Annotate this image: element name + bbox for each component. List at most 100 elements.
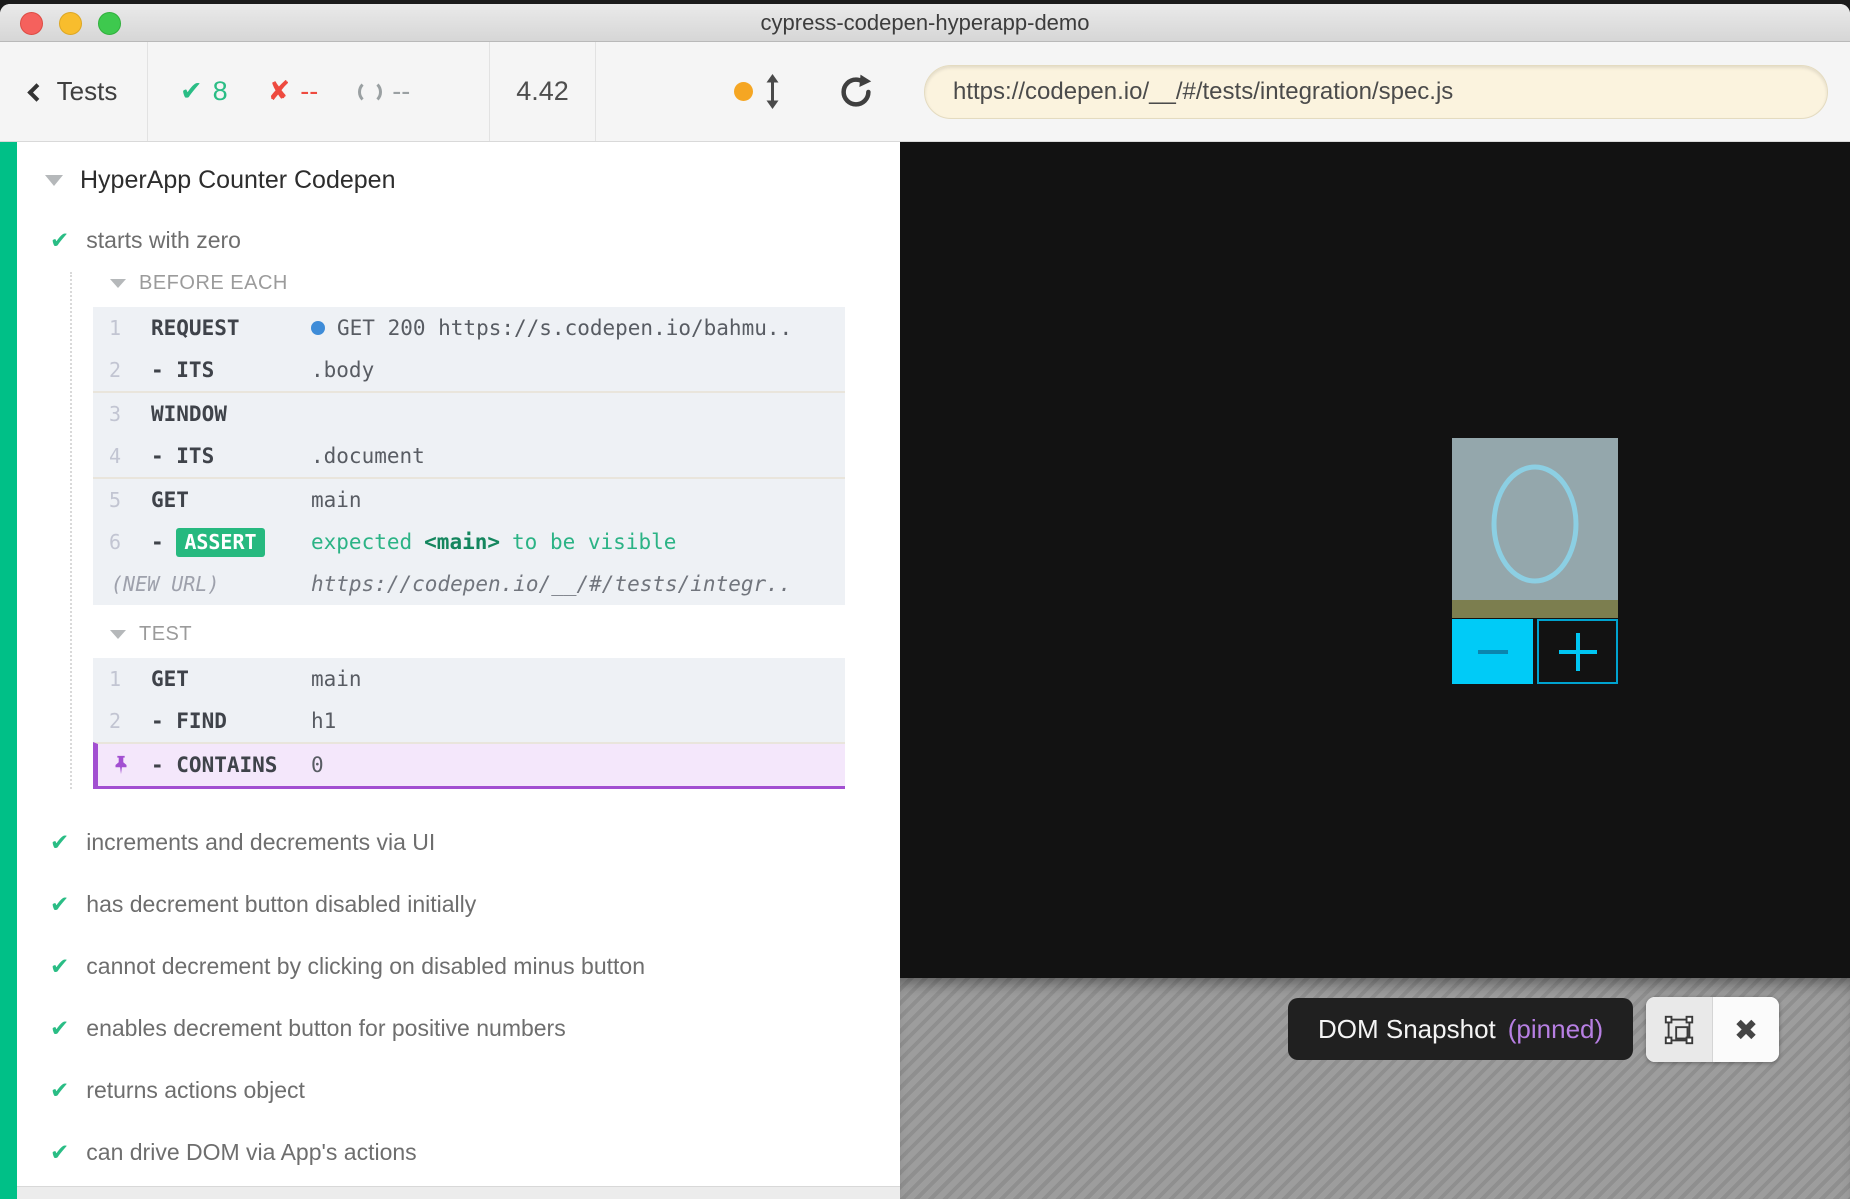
before-each-header[interactable]: BEFORE EACH bbox=[110, 272, 900, 295]
resize-vertical-icon bbox=[766, 74, 779, 109]
run-duration: 4.42 bbox=[516, 76, 569, 106]
command-message: main bbox=[311, 667, 362, 691]
test-detail-body: BEFORE EACH 1 REQUEST GET 200 https://s.… bbox=[70, 272, 900, 789]
check-icon: ✔ bbox=[50, 953, 70, 980]
toolbar-separator bbox=[595, 42, 596, 141]
command-message-text: GET 200 https://s.codepen.io/bahmu.. bbox=[337, 316, 793, 340]
command-row-window[interactable]: 3 WINDOW bbox=[93, 393, 845, 435]
viewport-scale-indicator[interactable] bbox=[734, 73, 780, 110]
command-number: 2 bbox=[109, 709, 122, 733]
command-row-contains-pinned[interactable]: - CONTAINS 0 bbox=[98, 744, 845, 786]
command-message: .document bbox=[311, 444, 425, 468]
new-url-label: (NEW URL) bbox=[111, 572, 220, 596]
check-icon: ✔ bbox=[180, 76, 203, 107]
command-row-get-main[interactable]: 1 GET main bbox=[93, 658, 845, 700]
test-item[interactable]: ✔ has decrement button disabled initiall… bbox=[17, 891, 900, 918]
aut-panel: DOM Snapshot (pinned) ✖ bbox=[900, 142, 1850, 1199]
passed-count: 8 bbox=[212, 76, 228, 106]
check-icon: ✔ bbox=[50, 1139, 70, 1166]
command-message: .body bbox=[311, 358, 375, 382]
back-to-tests-label: Tests bbox=[56, 76, 118, 106]
counter-divider-strip bbox=[1452, 600, 1618, 618]
suite-title: HyperApp Counter Codepen bbox=[80, 166, 396, 194]
suite-header[interactable]: HyperApp Counter Codepen bbox=[17, 142, 900, 195]
counter-app bbox=[1452, 438, 1618, 684]
pin-cell[interactable] bbox=[98, 754, 151, 776]
command-message: h1 bbox=[311, 709, 337, 733]
test-title-label: starts with zero bbox=[86, 227, 241, 253]
test-stats: ✔ 8 ✘ -- -- bbox=[148, 76, 489, 107]
element-region-icon bbox=[1664, 1015, 1694, 1044]
check-icon: ✔ bbox=[50, 829, 70, 856]
test-item[interactable]: ✔ increments and decrements via UI bbox=[17, 829, 900, 856]
increment-button[interactable] bbox=[1537, 619, 1618, 684]
test-item[interactable]: ✔ can drive DOM via App's actions bbox=[17, 1139, 900, 1166]
command-number: 5 bbox=[109, 488, 122, 512]
test-item-label: can drive DOM via App's actions bbox=[86, 1139, 417, 1165]
counter-buttons bbox=[1452, 619, 1618, 684]
check-icon: ✔ bbox=[50, 227, 70, 254]
snapshot-controls: ✖ bbox=[1646, 997, 1779, 1062]
refresh-icon bbox=[841, 74, 872, 107]
command-row-new-url[interactable]: (NEW URL) https://codepen.io/__/#/tests/… bbox=[93, 563, 845, 605]
command-message: main bbox=[311, 488, 362, 512]
x-icon: ✘ bbox=[267, 76, 291, 107]
test-item-label: increments and decrements via UI bbox=[86, 829, 436, 855]
command-name: - ITS bbox=[151, 358, 215, 382]
plus-icon bbox=[1558, 649, 1597, 654]
snapshot-backdrop: DOM Snapshot (pinned) ✖ bbox=[900, 978, 1850, 1199]
command-group: 5 GET main 6 - ASSERT expected <main> to… bbox=[93, 477, 845, 605]
command-name: GET bbox=[151, 667, 189, 691]
command-number: 4 bbox=[109, 444, 122, 468]
command-number: 3 bbox=[109, 402, 122, 426]
assert-prefix: expected bbox=[311, 530, 413, 554]
test-item[interactable]: ✔ returns actions object bbox=[17, 1077, 900, 1104]
test-item[interactable]: ✔ cannot decrement by clicking on disabl… bbox=[17, 953, 900, 980]
command-name: GET bbox=[151, 488, 189, 512]
aut-viewport bbox=[900, 142, 1850, 978]
command-row-assert[interactable]: 6 - ASSERT expected <main> to be visible bbox=[93, 521, 845, 563]
url-bar[interactable]: https://codepen.io/__/#/tests/integratio… bbox=[924, 64, 1828, 119]
decrement-button[interactable] bbox=[1452, 619, 1533, 684]
command-row-request[interactable]: 1 REQUEST GET 200 https://s.codepen.io/b… bbox=[93, 307, 845, 349]
counter-display bbox=[1452, 438, 1618, 600]
command-group: 1 GET main 2 - FIND h1 bbox=[93, 658, 845, 742]
test-item-label: enables decrement button for positive nu… bbox=[86, 1015, 566, 1041]
command-name: WINDOW bbox=[151, 402, 227, 426]
test-hook-header[interactable]: TEST bbox=[110, 623, 900, 646]
reporter-panel: HyperApp Counter Codepen ✔ starts with z… bbox=[0, 142, 900, 1199]
command-name: REQUEST bbox=[151, 316, 240, 340]
highlight-elements-button[interactable] bbox=[1646, 997, 1713, 1062]
test-item-label: has decrement button disabled initially bbox=[86, 891, 477, 917]
command-row-its-document[interactable]: 4 - ITS .document bbox=[93, 435, 845, 477]
command-group: 1 REQUEST GET 200 https://s.codepen.io/b… bbox=[93, 307, 845, 391]
caret-down-icon bbox=[110, 279, 126, 288]
snapshot-tooltip: DOM Snapshot (pinned) bbox=[1288, 998, 1634, 1060]
refresh-button[interactable] bbox=[838, 74, 874, 110]
snapshot-label: DOM Snapshot bbox=[1318, 1013, 1496, 1044]
horizontal-scrollbar[interactable] bbox=[17, 1186, 900, 1199]
back-to-tests-button[interactable]: Tests bbox=[0, 42, 147, 141]
main-split: HyperApp Counter Codepen ✔ starts with z… bbox=[0, 142, 1850, 1199]
failed-count: -- bbox=[300, 76, 319, 106]
stat-passed: ✔ 8 bbox=[180, 76, 228, 107]
command-name: - ITS bbox=[151, 444, 215, 468]
new-url-value: https://codepen.io/__/#/tests/integr.. bbox=[311, 572, 792, 596]
stat-pending: -- bbox=[358, 76, 410, 107]
command-number: 1 bbox=[109, 316, 122, 340]
command-row-find-h1[interactable]: 2 - FIND h1 bbox=[93, 700, 845, 742]
command-message: 0 bbox=[311, 753, 324, 777]
test-starts-with-zero[interactable]: ✔ starts with zero bbox=[17, 227, 900, 254]
test-item-label: returns actions object bbox=[86, 1077, 305, 1103]
unpin-snapshot-button[interactable]: ✖ bbox=[1713, 997, 1779, 1062]
passed-tests-list: ✔ increments and decrements via UI ✔ has… bbox=[17, 829, 900, 1199]
assert-message: expected <main> to be visible bbox=[311, 530, 845, 554]
assert-badge: ASSERT bbox=[176, 528, 265, 557]
command-row-get-main[interactable]: 5 GET main bbox=[93, 479, 845, 521]
close-icon: ✖ bbox=[1733, 1012, 1759, 1047]
command-row-its-body[interactable]: 2 - ITS .body bbox=[93, 349, 845, 391]
check-icon: ✔ bbox=[50, 1015, 70, 1042]
test-item[interactable]: ✔ enables decrement button for positive … bbox=[17, 1015, 900, 1042]
viewport-dot-icon bbox=[734, 82, 753, 101]
command-number: 2 bbox=[109, 358, 122, 382]
